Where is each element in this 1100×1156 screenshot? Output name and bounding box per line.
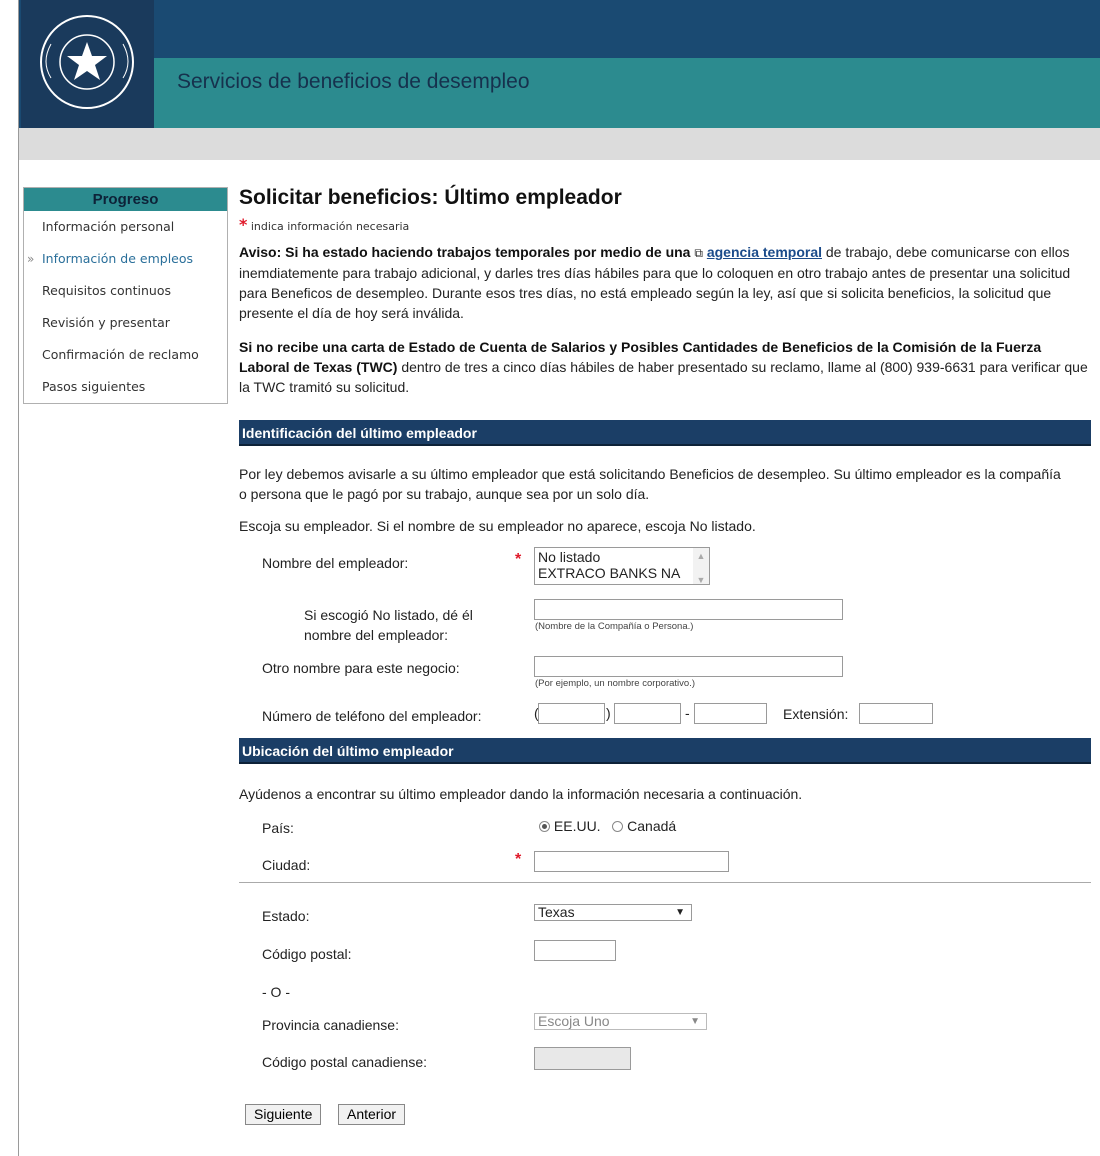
required-star-icon: * — [239, 215, 248, 234]
phone-dash: - — [685, 705, 690, 721]
unlisted-employer-hint: (Nombre de la Compañía o Persona.) — [535, 621, 694, 632]
next-button[interactable]: Siguiente — [245, 1104, 322, 1125]
site-title: Servicios de beneficios de desempleo — [177, 70, 530, 93]
employer-choose-instructions: Escoja su empleador. Si el nombre de su … — [239, 518, 756, 534]
employer-listbox[interactable]: No listado EXTRACO BANKS NA ▲ ▼ — [534, 547, 710, 585]
location-intro: Ayúdenos a encontrar su último empleador… — [239, 786, 803, 802]
sidebar-item-label: Confirmación de reclamo — [42, 347, 199, 362]
ca-postal-label: Código postal canadiense: — [262, 1054, 428, 1070]
employer-intro: Por ley debemos avisarle a su último emp… — [239, 466, 1061, 502]
gray-nav-bar — [19, 128, 1100, 160]
country-radio-group: EE.UU. Canadá — [539, 818, 676, 834]
sidebar-item-personal[interactable]: Información personal — [24, 211, 227, 243]
temp-agency-notice: Aviso: Si ha estado haciendo trabajos te… — [239, 242, 1091, 323]
unlisted-label-line1: Si escogió No listado, dé él — [304, 607, 473, 623]
sidebar-item-label: Pasos siguientes — [42, 379, 146, 394]
state-select-value: Texas — [538, 904, 575, 920]
extension-label: Extensión: — [783, 706, 849, 722]
listbox-scrollbar[interactable]: ▲ ▼ — [693, 548, 709, 584]
phone-line-input[interactable] — [694, 703, 767, 724]
progress-list: Información personal » Información de emp… — [24, 211, 227, 403]
province-label: Provincia canadiense: — [262, 1017, 399, 1033]
main-content: Solicitar beneficios: Último empleador *… — [239, 183, 1091, 397]
phone-close-paren: ) — [606, 705, 611, 721]
zip-label: Código postal: — [262, 946, 352, 962]
required-star-icon: * — [515, 551, 522, 568]
city-input[interactable] — [534, 851, 729, 872]
sidebar-item-next-steps[interactable]: Pasos siguientes — [24, 371, 227, 403]
or-separator: - O - — [262, 984, 290, 1000]
progress-sidebar: Progreso Información personal » Informaci… — [23, 187, 228, 404]
unlisted-employer-input[interactable] — [534, 599, 843, 620]
scroll-up-icon[interactable]: ▲ — [693, 548, 709, 564]
dropdown-arrow-icon: ▼ — [675, 907, 685, 918]
employer-name-label: Nombre del empleador: — [262, 555, 409, 571]
zip-input[interactable] — [534, 940, 616, 961]
back-button[interactable]: Anterior — [338, 1104, 406, 1125]
sidebar-title: Progreso — [24, 188, 227, 211]
page-title: Solicitar beneficios: Último empleador — [239, 186, 622, 209]
employer-id-heading: Identificación del último empleador — [239, 420, 1091, 446]
sidebar-item-label: Revisión y presentar — [42, 315, 170, 330]
required-note: * indica información necesaria — [239, 215, 1091, 234]
country-label: País: — [262, 820, 294, 836]
phone-prefix-input[interactable] — [614, 703, 681, 724]
sidebar-item-review[interactable]: Revisión y presentar — [24, 307, 227, 339]
sidebar-item-label: Información de empleos — [42, 251, 194, 266]
other-name-hint: (Por ejemplo, un nombre corporativo.) — [535, 678, 695, 689]
temp-agency-link[interactable]: agencia temporal — [707, 244, 822, 260]
sidebar-item-label: Información personal — [42, 219, 175, 234]
city-label: Ciudad: — [262, 857, 311, 873]
external-link-icon: ⧉ — [694, 246, 703, 260]
section-divider — [239, 882, 1091, 883]
phone-extension-input[interactable] — [859, 703, 933, 724]
employer-option[interactable]: EXTRACO BANKS NA — [538, 565, 706, 581]
employer-option[interactable]: No listado — [538, 549, 706, 565]
radio-usa[interactable] — [539, 821, 550, 832]
scroll-down-icon[interactable]: ▼ — [693, 572, 709, 584]
unlisted-employer-label: Si escogió No listado, dé él nombre del … — [304, 605, 473, 645]
required-note-text: indica información necesaria — [250, 220, 410, 233]
province-select-value: Escoja Uno — [538, 1013, 610, 1029]
sidebar-item-employment[interactable]: » Información de empleos — [24, 243, 227, 275]
radio-canada-label[interactable]: Canadá — [627, 818, 676, 834]
current-step-marker: » — [27, 252, 35, 266]
unlisted-label-line2: nombre del empleador: — [304, 627, 448, 643]
employer-location-heading: Ubicación del último empleador — [239, 738, 1091, 764]
sidebar-item-continuing[interactable]: Requisitos continuos — [24, 275, 227, 307]
dropdown-arrow-icon: ▼ — [690, 1016, 700, 1027]
wage-letter-info: Si no recibe una carta de Estado de Cuen… — [239, 337, 1091, 397]
state-label: Estado: — [262, 908, 310, 924]
other-name-label: Otro nombre para este negocio: — [262, 660, 460, 676]
employer-phone-label: Número de teléfono del empleador: — [262, 708, 482, 724]
required-star-icon: * — [515, 851, 522, 868]
twc-logo[interactable] — [21, 0, 154, 128]
ca-postal-input[interactable] — [534, 1047, 631, 1070]
phone-area-code-input[interactable] — [538, 703, 605, 724]
radio-usa-label[interactable]: EE.UU. — [554, 818, 601, 834]
site-header: Servicios de beneficios de desempleo — [19, 0, 1100, 128]
sidebar-item-confirmation[interactable]: Confirmación de reclamo — [24, 339, 227, 371]
other-name-input[interactable] — [534, 656, 843, 677]
radio-canada[interactable] — [612, 821, 624, 832]
province-select[interactable]: Escoja Uno ▼ — [534, 1013, 707, 1030]
seal-icon — [40, 15, 134, 109]
state-select[interactable]: Texas ▼ — [534, 904, 692, 921]
notice-bold-text: Aviso: Si ha estado haciendo trabajos te… — [239, 244, 691, 260]
sidebar-item-label: Requisitos continuos — [42, 283, 171, 298]
